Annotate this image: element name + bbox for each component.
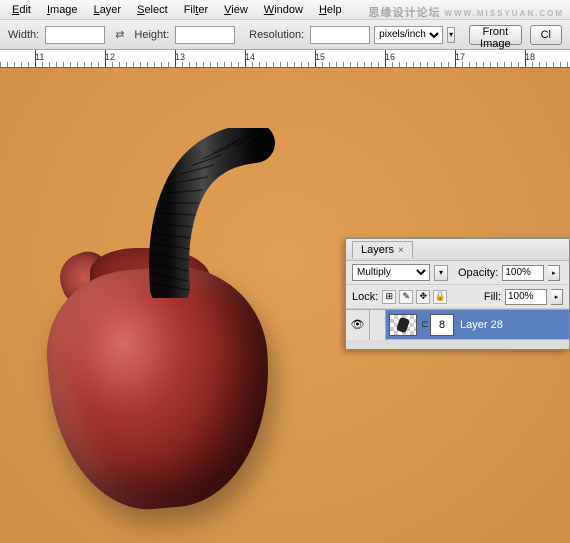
tube-image (145, 128, 275, 298)
visibility-toggle[interactable]: 👁 (346, 310, 370, 340)
clear-button[interactable]: Cl (530, 25, 562, 45)
lock-all-icon[interactable]: 🔒 (433, 290, 447, 304)
resolution-input[interactable] (310, 26, 370, 44)
menu-view[interactable]: View (216, 2, 256, 18)
layers-tab[interactable]: Layers × (352, 241, 413, 258)
width-label: Width: (8, 29, 39, 41)
opacity-slider-icon[interactable]: ▸ (548, 265, 560, 281)
menu-window[interactable]: Window (256, 2, 311, 18)
width-input[interactable] (45, 26, 105, 44)
layer-name-label[interactable]: Layer 28 (460, 319, 503, 331)
fill-input[interactable] (505, 289, 547, 305)
layer-thumbnail[interactable] (389, 314, 417, 336)
panel-tab-bar: Layers × (346, 239, 569, 261)
lock-row: Lock: ⊞ ✎ ✥ 🔒 Fill: ▸ (346, 285, 569, 309)
swap-icon[interactable]: ⇄ (115, 28, 124, 42)
blend-row: Multiply ▾ Opacity: ▸ (346, 261, 569, 285)
front-image-button[interactable]: Front Image (469, 25, 522, 45)
link-column[interactable] (370, 310, 386, 340)
fill-label: Fill: (484, 291, 501, 303)
watermark: 思缘设计论坛WWW.MISSYUAN.COM (368, 4, 564, 20)
units-select[interactable]: pixels/inch (374, 26, 443, 44)
height-input[interactable] (175, 26, 235, 44)
lock-move-icon[interactable]: ✥ (416, 290, 430, 304)
resolution-label: Resolution: (249, 29, 304, 41)
layers-empty-area (346, 339, 569, 349)
menu-edit[interactable]: Edit (4, 2, 39, 18)
blend-mode-select[interactable]: Multiply (352, 264, 430, 281)
eye-icon: 👁 (351, 318, 365, 331)
mask-link-icon[interactable]: ⊏ (420, 319, 430, 330)
blend-dropdown-icon[interactable]: ▾ (434, 265, 448, 281)
height-label: Height: (134, 29, 169, 41)
lock-label: Lock: (352, 291, 378, 303)
menu-image[interactable]: Image (39, 2, 86, 18)
menu-help[interactable]: Help (311, 2, 350, 18)
units-dropdown-icon[interactable]: ▾ (447, 27, 455, 43)
close-icon[interactable]: × (398, 245, 404, 256)
layer-row[interactable]: 👁 ⊏ 8 Layer 28 (346, 309, 569, 339)
menu-layer[interactable]: Layer (86, 2, 130, 18)
lock-transparency-icon[interactable]: ⊞ (382, 290, 396, 304)
opacity-input[interactable] (502, 265, 544, 281)
options-bar: Width: ⇄ Height: Resolution: pixels/inch… (0, 20, 570, 50)
horizontal-ruler: 11 12 13 14 15 16 17 18 (0, 50, 570, 68)
layers-panel[interactable]: Layers × Multiply ▾ Opacity: ▸ Lock: ⊞ ✎… (345, 238, 570, 350)
mask-thumbnail[interactable]: 8 (430, 314, 454, 336)
menu-select[interactable]: Select (129, 2, 176, 18)
opacity-label: Opacity: (458, 267, 498, 279)
lock-paint-icon[interactable]: ✎ (399, 290, 413, 304)
fill-slider-icon[interactable]: ▸ (551, 289, 563, 305)
menu-filter[interactable]: Filter (176, 2, 216, 18)
